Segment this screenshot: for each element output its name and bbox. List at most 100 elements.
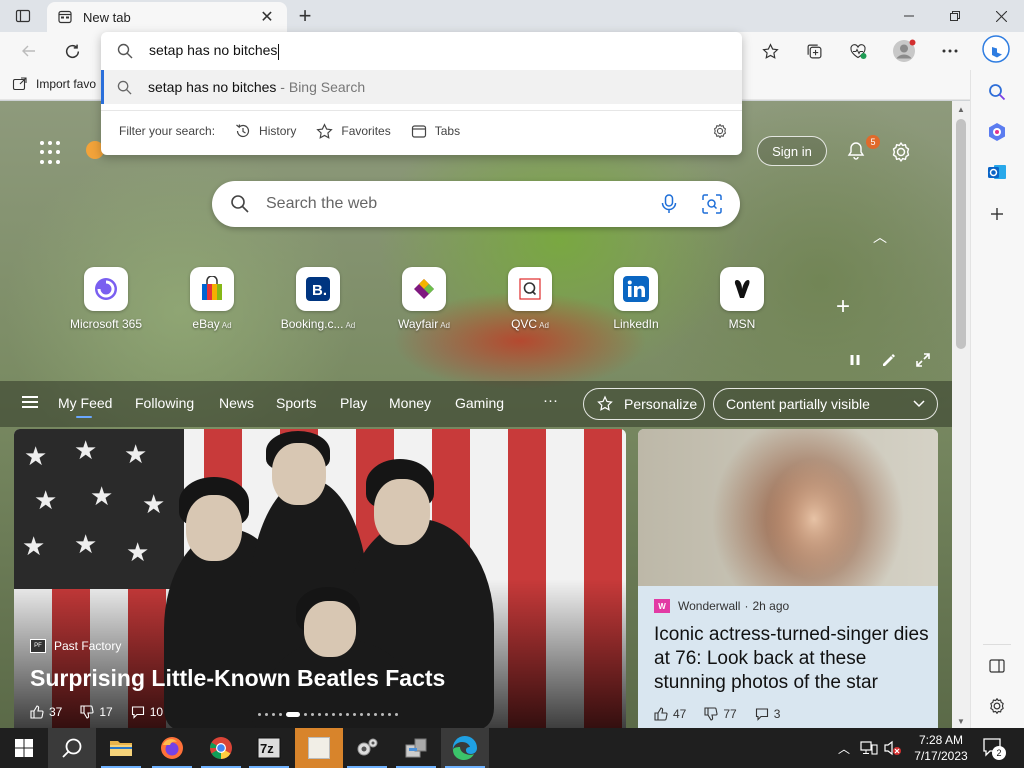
tab-following[interactable]: Following (135, 395, 194, 411)
comment-button[interactable]: 10 (131, 705, 163, 719)
settings-app-button[interactable] (343, 728, 391, 768)
folder-icon (110, 741, 132, 756)
personalize-label: Personalize (624, 396, 698, 412)
fullscreen-expand-icon[interactable] (914, 351, 932, 369)
microphone-icon[interactable] (660, 194, 678, 214)
active-app-button[interactable] (295, 728, 343, 768)
7zip-button[interactable]: 7z (245, 728, 293, 768)
address-bar-input[interactable]: setap has no bitches (101, 32, 742, 70)
change-background-icon[interactable] (880, 351, 898, 369)
volume-muted-icon[interactable] (884, 740, 902, 756)
tile-qvc[interactable]: QVC Ad (485, 267, 575, 331)
search-suggestion-item[interactable]: setap has no bitches - Bing Search (101, 70, 742, 104)
personalize-button[interactable]: Personalize (583, 388, 705, 420)
tab-sports[interactable]: Sports (276, 395, 316, 411)
tab-news[interactable]: News (219, 395, 254, 411)
sidebar-copilot-icon[interactable] (985, 120, 1009, 144)
sidebar-search-icon[interactable] (985, 80, 1009, 104)
like-button[interactable]: 37 (30, 705, 62, 719)
web-search-box[interactable]: Search the web (212, 181, 740, 227)
tab-new-tab[interactable]: New tab ✕ (47, 2, 287, 32)
restore-button[interactable] (932, 0, 978, 32)
network-icon[interactable] (860, 741, 878, 755)
scroll-up-arrow-icon[interactable]: ▲ (957, 105, 965, 114)
visual-search-icon[interactable] (702, 194, 722, 214)
windows-taskbar: 7z ︿ 7:28 AM 7/17/2023 2 (0, 728, 1024, 768)
profile-button[interactable] (889, 37, 919, 65)
new-tab-button[interactable]: + (292, 4, 318, 28)
carousel-dots[interactable] (258, 712, 402, 717)
tab-play[interactable]: Play (340, 395, 367, 411)
minimize-button[interactable] (886, 0, 932, 32)
pause-background-icon[interactable] (846, 351, 864, 369)
add-site-plus-icon[interactable]: + (836, 293, 850, 321)
sidebar-settings-gear-icon[interactable] (985, 694, 1009, 718)
feed-menu-hamburger-icon[interactable] (22, 396, 38, 411)
show-hidden-icons-chevron-up-icon[interactable]: ︿ (838, 740, 850, 757)
refresh-button[interactable] (57, 37, 87, 65)
feed-more-button[interactable]: ··· (543, 392, 558, 409)
collections-button[interactable] (799, 37, 829, 65)
collapse-chevron-up-icon[interactable]: ︿ (873, 227, 887, 247)
sidebar-outlook-icon[interactable] (985, 160, 1009, 184)
tab-close-icon[interactable]: ✕ (257, 7, 277, 27)
dislike-button[interactable]: 77 (704, 707, 737, 721)
tile-booking[interactable]: B. Booking.c... Ad (273, 267, 363, 331)
filter-tabs-button[interactable]: Tabs (411, 123, 460, 139)
heart-pulse-icon (850, 43, 867, 59)
tab-actions-button[interactable] (10, 6, 36, 26)
like-button[interactable]: 47 (654, 707, 686, 721)
news-card-main[interactable]: ★ ★ ★ ★ ★ ★ ★ ★ ★ ★ PF Past Factory Surp… (14, 429, 626, 728)
card-headline[interactable]: Iconic actress-turned-singer dies at 76:… (654, 623, 929, 695)
filter-tabs-label: Tabs (434, 124, 461, 138)
firefox-button[interactable] (148, 728, 196, 768)
tile-ebay[interactable]: eBay Ad (167, 267, 257, 331)
filter-favorites-button[interactable]: Favorites (316, 122, 391, 140)
page-scrollbar[interactable]: ▲ ▼ (952, 101, 970, 728)
start-button[interactable] (0, 728, 48, 768)
import-favorites-button[interactable]: Import favo (12, 76, 96, 92)
browser-essentials-button[interactable] (843, 37, 873, 65)
bing-copilot-button[interactable] (981, 35, 1011, 63)
sign-in-button[interactable]: Sign in (757, 136, 827, 166)
filter-history-button[interactable]: History (235, 123, 296, 139)
restore-icon (950, 11, 960, 21)
sidebar-add-plus-icon[interactable] (985, 202, 1009, 226)
edge-button[interactable] (441, 728, 489, 768)
tab-money[interactable]: Money (389, 395, 431, 411)
chrome-button[interactable] (197, 728, 245, 768)
file-explorer-button[interactable] (97, 728, 145, 768)
card-source-name: Wonderwall (678, 599, 741, 613)
app-launcher-icon[interactable] (40, 141, 64, 165)
tile-microsoft-365[interactable]: Microsoft 365 (61, 267, 151, 331)
settings-more-button[interactable] (935, 37, 965, 65)
notifications-bell-icon[interactable] (846, 141, 866, 161)
page-settings-gear-icon[interactable] (890, 141, 912, 163)
scroll-down-arrow-icon[interactable]: ▼ (957, 717, 965, 726)
dislike-button[interactable]: 17 (80, 705, 113, 719)
news-card-side[interactable]: W Wonderwall · 2h ago Iconic actress-tur… (638, 429, 938, 728)
sidebar-split-screen-icon[interactable] (985, 654, 1009, 678)
comment-icon (131, 706, 144, 719)
action-center-button[interactable]: 2 (982, 736, 1006, 760)
search-settings-gear-icon[interactable] (712, 123, 728, 142)
back-button[interactable] (14, 37, 44, 65)
installer-app-button[interactable] (392, 728, 440, 768)
firefox-icon (161, 737, 183, 759)
content-visibility-dropdown[interactable]: Content partially visible (713, 388, 938, 420)
taskbar-clock[interactable]: 7:28 AM 7/17/2023 (910, 732, 972, 764)
tab-my-feed[interactable]: My Feed (58, 395, 112, 418)
scrollbar-thumb[interactable] (956, 119, 966, 349)
tile-linkedin[interactable]: LinkedIn (591, 267, 681, 331)
tab-gaming[interactable]: Gaming (455, 395, 504, 411)
tab-title: New tab (83, 9, 131, 25)
tile-label: Wayfair (397, 317, 439, 331)
tile-wayfair[interactable]: Wayfair Ad (379, 267, 469, 331)
taskbar-search-button[interactable] (48, 728, 96, 768)
add-favorite-button[interactable] (755, 37, 785, 65)
close-window-button[interactable] (978, 0, 1024, 32)
comment-button[interactable]: 3 (755, 707, 780, 721)
card-headline[interactable]: Surprising Little-Known Beatles Facts (30, 665, 445, 692)
tile-msn[interactable]: MSN (697, 267, 787, 331)
app-window-icon (308, 737, 330, 759)
